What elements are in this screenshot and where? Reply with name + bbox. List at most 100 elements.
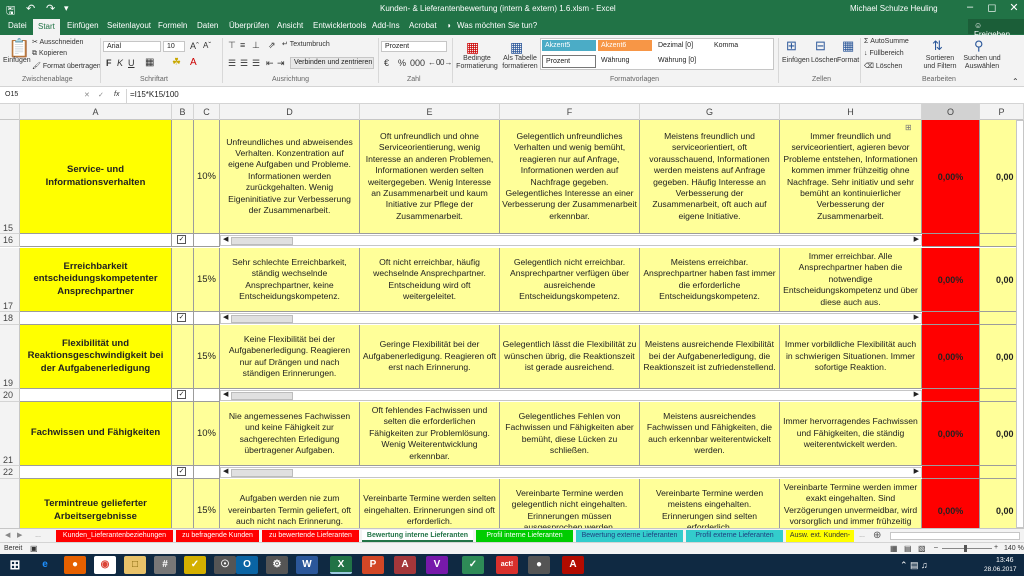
- italic-icon[interactable]: K: [117, 58, 123, 68]
- style-waehrung[interactable]: Währung: [598, 55, 652, 66]
- row-header[interactable]: 21: [0, 402, 20, 466]
- minimize-icon[interactable]: –: [960, 1, 980, 13]
- formula-input[interactable]: =I15*K15/100: [126, 89, 1022, 103]
- font-name-select[interactable]: Arial: [103, 41, 161, 52]
- weight-cell[interactable]: 15%: [194, 325, 220, 389]
- scroll-thumb[interactable]: [231, 315, 293, 323]
- row-header[interactable]: [0, 479, 20, 528]
- chrome-icon[interactable]: ◉: [94, 556, 116, 574]
- row-header[interactable]: 18: [0, 312, 20, 325]
- criteria-description-cell[interactable]: Meistens erreichbar. Ansprechpartner hab…: [640, 248, 780, 312]
- category-cell[interactable]: Erreichbarkeit entscheidungskompetenter …: [20, 248, 172, 312]
- column-header-c[interactable]: C: [194, 104, 220, 120]
- underline-icon[interactable]: U: [128, 58, 135, 68]
- user-name[interactable]: Michael Schulze Heuling: [850, 4, 938, 13]
- align-bottom-icon[interactable]: ⊥: [252, 40, 260, 51]
- expand-icon[interactable]: ⊞: [905, 123, 912, 132]
- app3-icon[interactable]: ●: [528, 556, 550, 574]
- criteria-description-cell[interactable]: Meistens ausreichende Flexibilität bei d…: [640, 325, 780, 389]
- fill-color-icon[interactable]: ☘: [172, 57, 181, 68]
- app2-icon[interactable]: ⚙: [266, 556, 288, 574]
- row-header[interactable]: 15: [0, 120, 20, 234]
- tab-datei[interactable]: Datei: [8, 21, 27, 30]
- zoom-level[interactable]: 140 %: [1004, 545, 1024, 552]
- delete-cells-button[interactable]: Löschen: [811, 57, 837, 64]
- column-header-p[interactable]: P: [980, 104, 1024, 120]
- page-break-view-icon[interactable]: ▧: [918, 544, 926, 553]
- next-sheet-icon[interactable]: ▶: [14, 530, 24, 542]
- paste-icon[interactable]: 📋: [8, 38, 30, 59]
- criteria-description-cell[interactable]: Immer hervorragendes Fachwissen und Fähi…: [780, 402, 922, 466]
- category-cell[interactable]: Termintreue gelieferter Arbeitsergebniss…: [20, 479, 172, 528]
- horizontal-scrollbar[interactable]: [890, 532, 1020, 540]
- tab-ansicht[interactable]: Ansicht: [277, 21, 303, 30]
- scroll-left-icon[interactable]: ◀: [223, 235, 228, 243]
- column-header-a[interactable]: A: [20, 104, 172, 120]
- macro-record-icon[interactable]: ▣: [30, 544, 38, 553]
- more-sheets-right-icon[interactable]: ...: [856, 530, 868, 542]
- rating-scrollbar[interactable]: ◀ ▶: [220, 313, 922, 324]
- criteria-description-cell[interactable]: Aufgaben werden nie zum vereinbarten Ter…: [220, 479, 360, 528]
- percent-icon[interactable]: %: [398, 58, 406, 68]
- criteria-description-cell[interactable]: Immer freundlich und serviceorientiert, …: [780, 120, 922, 234]
- maximize-icon[interactable]: ◻: [982, 1, 1002, 14]
- column-header-f[interactable]: F: [500, 104, 640, 120]
- weight-cell[interactable]: 15%: [194, 248, 220, 312]
- weight-cell[interactable]: 10%: [194, 120, 220, 234]
- column-header-e[interactable]: E: [360, 104, 500, 120]
- excel-icon[interactable]: X: [330, 556, 352, 574]
- border-icon[interactable]: ▦: [145, 57, 154, 68]
- outlook-icon[interactable]: O: [236, 556, 258, 574]
- style-waehrung0[interactable]: Währung [0]: [655, 55, 709, 66]
- sort-filter-button[interactable]: Sortieren und Filtern: [922, 55, 958, 71]
- scroll-right-icon[interactable]: ▶: [914, 467, 919, 475]
- scroll-thumb[interactable]: [231, 469, 293, 477]
- align-middle-icon[interactable]: ≡: [240, 40, 245, 50]
- more-sheets-icon[interactable]: ...: [28, 530, 48, 542]
- decrease-decimal-icon[interactable]: 0→: [440, 58, 452, 67]
- sheet-tab[interactable]: Bewertung externe Lieferanten: [576, 530, 683, 542]
- empty-cell[interactable]: [194, 389, 220, 402]
- criteria-description-cell[interactable]: Oft unfreundlich und ohne Serviceorienti…: [360, 120, 500, 234]
- sheet-tab[interactable]: Ausw. ext. Kunden-: [786, 530, 854, 542]
- bold-icon[interactable]: F: [106, 58, 112, 68]
- select-all-corner[interactable]: [0, 104, 20, 120]
- score-cell-spacer[interactable]: [922, 234, 980, 247]
- format-cells-button[interactable]: Format: [837, 57, 859, 64]
- empty-cell[interactable]: [20, 466, 172, 479]
- sheet-tab[interactable]: Profil interne Lieferanten: [476, 530, 573, 542]
- act-icon[interactable]: act!: [496, 556, 518, 574]
- scroll-thumb[interactable]: [231, 392, 293, 400]
- align-top-icon[interactable]: ⊤: [228, 40, 236, 51]
- cancel-formula-icon[interactable]: ✕: [84, 91, 90, 99]
- criteria-description-cell[interactable]: Gelegentliches Fehlen von Fachwissen und…: [500, 402, 640, 466]
- confirm-formula-icon[interactable]: ✓: [98, 91, 104, 99]
- scroll-left-icon[interactable]: ◀: [223, 313, 228, 321]
- empty-cell[interactable]: [194, 234, 220, 247]
- name-box[interactable]: O15: [2, 90, 54, 102]
- insert-cells-button[interactable]: Einfügen: [782, 57, 810, 64]
- find-select-button[interactable]: Suchen und Auswählen: [960, 55, 1004, 71]
- shrink-font-icon[interactable]: Aˇ: [203, 41, 211, 50]
- score-cell-spacer[interactable]: [922, 312, 980, 325]
- score-cell[interactable]: 0,00%: [922, 402, 980, 466]
- access-icon[interactable]: A: [394, 556, 416, 574]
- style-dezimal0[interactable]: Dezimal [0]: [655, 40, 709, 51]
- rating-cell[interactable]: [172, 479, 194, 528]
- scroll-right-icon[interactable]: ▶: [914, 390, 919, 398]
- criteria-description-cell[interactable]: Vereinbarte Termine werden selten eingeh…: [360, 479, 500, 528]
- criteria-description-cell[interactable]: Geringe Flexibilität bei der Aufgabenerl…: [360, 325, 500, 389]
- row-header[interactable]: 22: [0, 466, 20, 479]
- rating-cell[interactable]: [172, 248, 194, 312]
- style-komma[interactable]: Komma: [711, 40, 765, 51]
- scroll-thumb[interactable]: [231, 237, 293, 245]
- checkbox[interactable]: ✓: [177, 467, 186, 476]
- tasks-icon[interactable]: ✓: [184, 556, 206, 574]
- rating-cell[interactable]: [172, 402, 194, 466]
- checkbox[interactable]: ✓: [177, 390, 186, 399]
- weight-cell[interactable]: 10%: [194, 402, 220, 466]
- checkbox[interactable]: ✓: [177, 313, 186, 322]
- checkmark-app-icon[interactable]: ✓: [462, 556, 484, 574]
- decrease-indent-icon[interactable]: ⇤: [266, 58, 274, 69]
- criteria-description-cell[interactable]: Meistens freundlich und serviceorientier…: [640, 120, 780, 234]
